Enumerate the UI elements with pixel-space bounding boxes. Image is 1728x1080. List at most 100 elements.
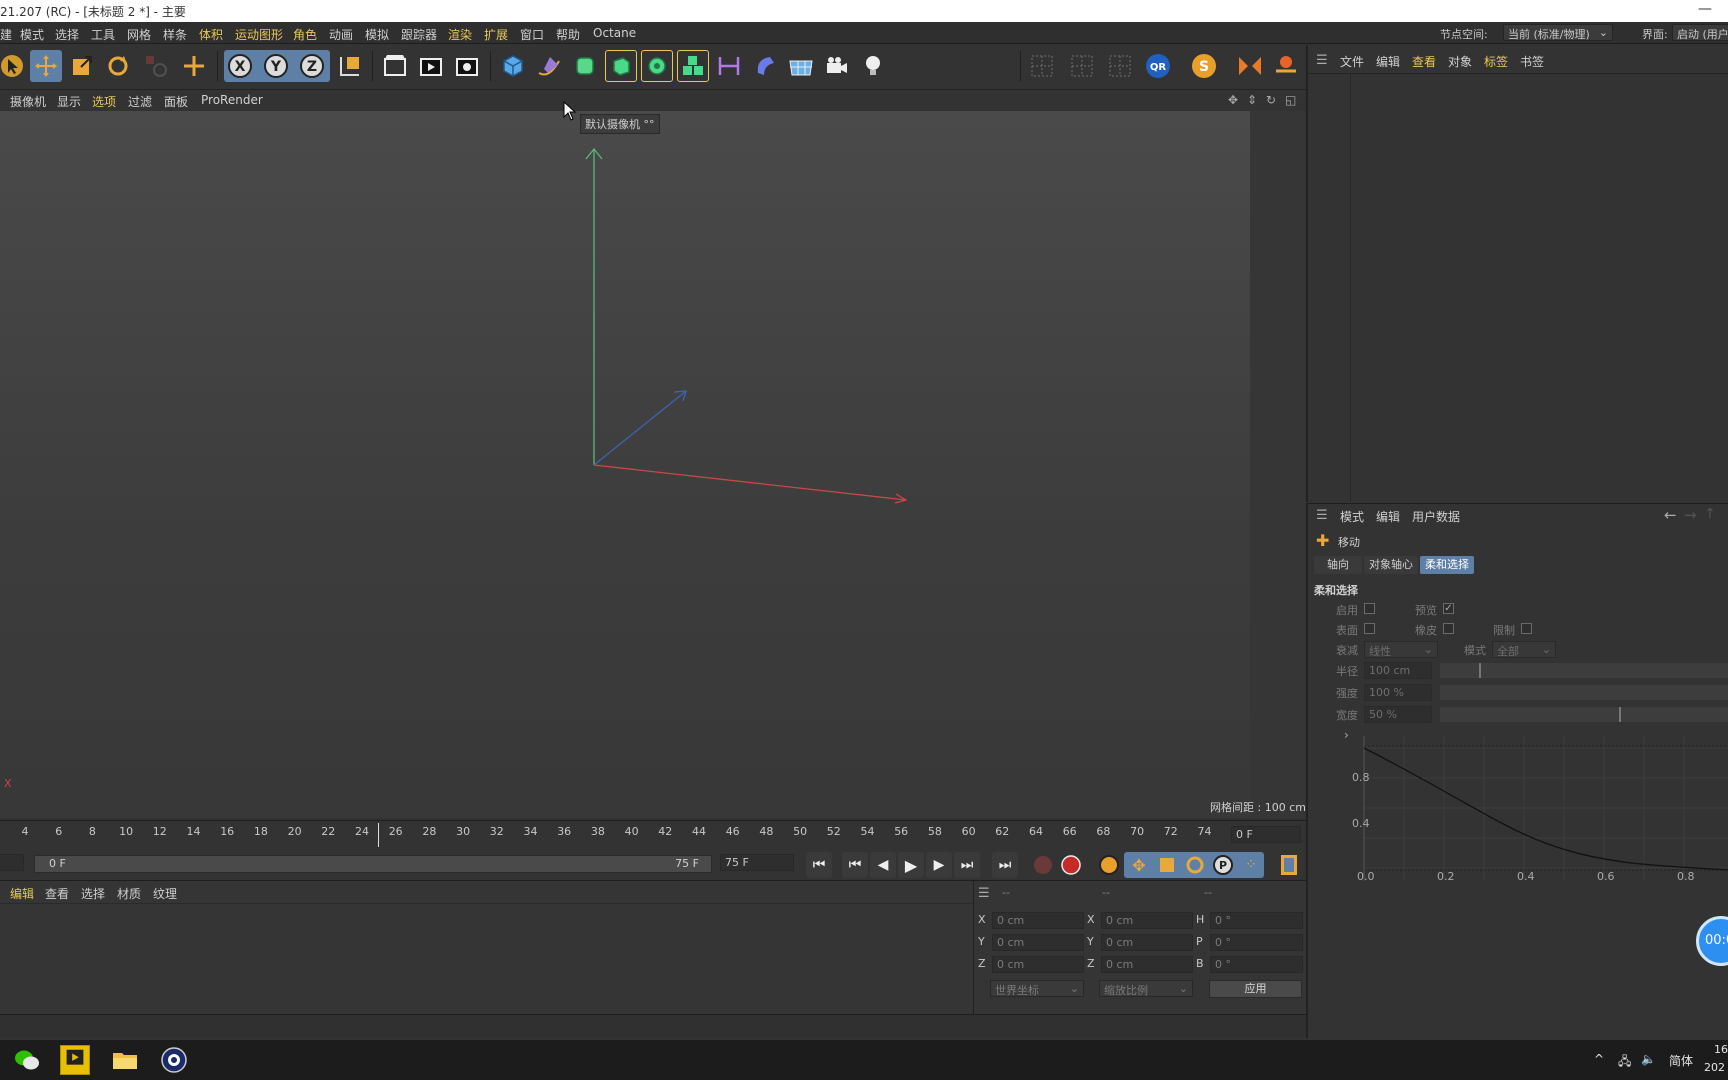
dimension-icon[interactable] — [713, 50, 745, 82]
qr-plugin-icon[interactable]: QR — [1142, 50, 1174, 82]
menu-render[interactable]: 渲染 — [448, 26, 472, 43]
symmetry-icon[interactable] — [1234, 50, 1266, 82]
key-rotation-icon[interactable] — [1182, 852, 1208, 878]
pos-y-field[interactable]: 0 cm — [992, 934, 1084, 951]
vp-pan-icon[interactable]: ✥ — [1228, 93, 1238, 107]
falloff-curve[interactable] — [1363, 747, 1728, 871]
rot-b-field[interactable]: 0 ° — [1210, 956, 1303, 973]
menu-file-fragment[interactable]: 建 — [0, 26, 12, 43]
menu-simulate[interactable]: 模拟 — [365, 26, 389, 43]
extrude-icon[interactable] — [605, 50, 637, 82]
timeline-ruler[interactable]: 4 6 8 10 12 14 16 18 20 22 24 26 28 30 32 34 36 38 40 42 44 4… — [0, 820, 1306, 850]
render-region-icon[interactable] — [379, 50, 411, 82]
rot-p-field[interactable]: 0 ° — [1210, 934, 1303, 951]
menu-extensions[interactable]: 扩展 — [484, 26, 508, 43]
render-view-icon[interactable] — [415, 50, 447, 82]
vp-zoom-icon[interactable]: ⇕ — [1247, 93, 1257, 107]
show-hidden-icons[interactable]: ^ — [1594, 1052, 1604, 1066]
obj-menu-file[interactable]: 文件 — [1340, 53, 1364, 70]
cube-primitive-icon[interactable] — [497, 50, 529, 82]
strength-slider[interactable] — [1440, 685, 1728, 700]
tab-axis[interactable]: 轴向 — [1314, 556, 1362, 574]
up-arrow-icon[interactable]: ↑ — [1704, 506, 1716, 522]
radius-field[interactable]: 100 cm — [1364, 662, 1432, 679]
recent-tools-icon[interactable] — [140, 50, 172, 82]
go-to-end-icon[interactable]: ⏭ — [992, 852, 1018, 878]
s-plugin-icon[interactable]: S — [1188, 50, 1220, 82]
prev-key-icon[interactable]: ⏮ — [842, 852, 868, 878]
limit-checkbox[interactable] — [1521, 623, 1532, 634]
menu-mesh[interactable]: 网格 — [127, 26, 151, 43]
hamburger-menu-icon[interactable]: ☰ — [1316, 53, 1328, 68]
frame-spinner[interactable] — [0, 854, 24, 871]
menu-octane[interactable]: Octane — [593, 26, 636, 40]
pos-x-field[interactable]: 0 cm — [992, 912, 1084, 929]
snap-grid-3-icon[interactable] — [1104, 50, 1136, 82]
menu-select[interactable]: 选择 — [55, 26, 79, 43]
cloner-icon[interactable] — [641, 50, 673, 82]
pen-spline-icon[interactable] — [533, 50, 565, 82]
select-arrow-icon[interactable] — [0, 50, 28, 82]
auto-key-icon[interactable] — [1058, 852, 1084, 878]
menu-window[interactable]: 窗口 — [520, 26, 544, 43]
next-key-icon[interactable]: ⏭ — [954, 852, 980, 878]
attr-menu-edit[interactable]: 编辑 — [1376, 508, 1400, 525]
width-slider[interactable] — [1440, 707, 1728, 722]
menu-character[interactable]: 角色 — [293, 26, 317, 43]
deformer-icon[interactable] — [749, 50, 781, 82]
add-icon[interactable] — [178, 50, 210, 82]
layout-dropdown[interactable]: 启动 (用户 — [1672, 24, 1728, 41]
end-frame-field[interactable]: 75 F — [720, 854, 794, 871]
key-position-icon[interactable]: ✥ — [1126, 852, 1152, 878]
play-icon[interactable]: ▶ — [898, 852, 924, 878]
obj-menu-object[interactable]: 对象 — [1448, 53, 1472, 70]
minimize-button[interactable]: — — [1698, 1, 1712, 17]
vp-maximize-icon[interactable]: ◱ — [1285, 93, 1296, 107]
mat-menu-edit[interactable]: 编辑 — [10, 885, 34, 902]
y-axis-lock-icon[interactable]: Y — [260, 50, 292, 82]
z-axis-lock-icon[interactable]: Z — [296, 50, 328, 82]
menu-animate[interactable]: 动画 — [329, 26, 353, 43]
cinema4d-icon[interactable] — [159, 1045, 189, 1075]
workplane-icon[interactable] — [1270, 50, 1302, 82]
hamburger-menu-icon[interactable]: ☰ — [978, 886, 990, 901]
enable-checkbox[interactable] — [1364, 603, 1375, 614]
mat-menu-material[interactable]: 材质 — [117, 885, 141, 902]
obj-menu-tags[interactable]: 标签 — [1484, 53, 1508, 70]
scale-ratio-dropdown[interactable]: 缩放比例 ⌄ — [1099, 980, 1193, 997]
key-pla-icon[interactable]: ⁘ — [1238, 852, 1264, 878]
frame-range-slider[interactable]: 0 F 75 F — [34, 855, 712, 873]
vp-menu-prorender[interactable]: ProRender — [201, 93, 263, 107]
camera-icon[interactable] — [821, 50, 853, 82]
light-icon[interactable] — [857, 50, 889, 82]
radius-slider[interactable] — [1440, 663, 1728, 678]
key-parameter-icon[interactable]: P — [1210, 852, 1236, 878]
vp-menu-filter[interactable]: 过滤 — [128, 93, 152, 110]
mode-dropdown[interactable]: 全部 ⌄ — [1492, 641, 1556, 658]
attr-menu-mode[interactable]: 模式 — [1340, 508, 1364, 525]
preview-checkbox[interactable]: ✓ — [1443, 603, 1454, 614]
mat-menu-texture[interactable]: 纹理 — [153, 885, 177, 902]
attr-menu-userdata[interactable]: 用户数据 — [1412, 508, 1460, 525]
player-icon[interactable] — [60, 1045, 90, 1075]
world-coords-dropdown[interactable]: 世界坐标 ⌄ — [990, 980, 1084, 997]
x-axis-lock-icon[interactable]: X — [224, 50, 256, 82]
hamburger-menu-icon[interactable]: ☰ — [1316, 508, 1328, 523]
network-icon[interactable]: 🖧 — [1618, 1052, 1631, 1073]
strength-field[interactable]: 100 % — [1364, 684, 1432, 701]
forward-arrow-icon[interactable]: → — [1684, 506, 1697, 524]
vp-menu-camera[interactable]: 摄像机 — [10, 93, 46, 110]
tab-object-axis[interactable]: 对象轴心 — [1364, 556, 1418, 574]
prev-frame-icon[interactable]: ◀ — [870, 852, 896, 878]
menu-tools[interactable]: 工具 — [91, 26, 115, 43]
floor-icon[interactable] — [785, 50, 817, 82]
tab-soft-selection[interactable]: 柔和选择 — [1420, 556, 1474, 574]
menu-spline[interactable]: 样条 — [163, 26, 187, 43]
go-to-start-icon[interactable]: ⏮ — [806, 852, 832, 878]
vp-menu-display[interactable]: 显示 — [57, 93, 81, 110]
vp-menu-options[interactable]: 选项 — [92, 93, 116, 110]
render-settings-icon[interactable] — [451, 50, 483, 82]
volume-icon[interactable]: 🔈 — [1641, 1052, 1656, 1066]
falloff-curve-graph[interactable] — [1348, 726, 1728, 886]
menu-mode[interactable]: 模式 — [20, 26, 44, 43]
